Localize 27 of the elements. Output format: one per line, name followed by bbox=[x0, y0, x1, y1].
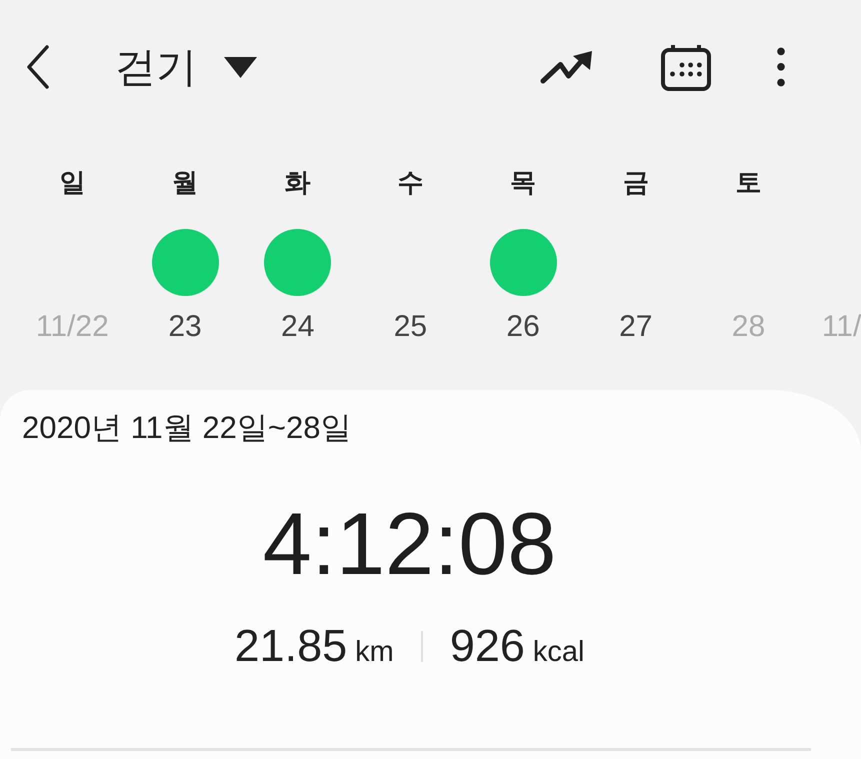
calorie-value: 926 bbox=[450, 620, 525, 672]
date-label: 11/22 bbox=[36, 310, 109, 343]
weekday-label: 목 bbox=[510, 167, 536, 197]
date-label: 23 bbox=[168, 310, 202, 343]
date-label: 24 bbox=[281, 310, 314, 343]
date-label: 27 bbox=[619, 310, 652, 343]
weekday-label: 토 bbox=[735, 167, 762, 197]
date-label: 28 bbox=[732, 310, 766, 343]
weekday-label: 금 bbox=[622, 167, 649, 197]
distance-unit: km bbox=[355, 636, 394, 669]
date-label: 25 bbox=[394, 310, 428, 343]
weekday-label: 월 bbox=[172, 167, 198, 197]
date-label: 26 bbox=[506, 310, 540, 343]
trend-icon[interactable] bbox=[540, 50, 593, 84]
weekday-label: 일 bbox=[59, 167, 86, 197]
distance-value: 21.85 bbox=[234, 620, 348, 672]
date-range-title: 2020년 11월 22일~28일 bbox=[22, 409, 352, 447]
weekday-label: 수 bbox=[397, 167, 424, 197]
activity-dropdown[interactable]: 걷기 bbox=[115, 43, 257, 91]
weekday-label: 화 bbox=[284, 167, 311, 197]
caret-icon bbox=[224, 56, 257, 78]
back-icon[interactable] bbox=[25, 44, 51, 90]
more-icon[interactable] bbox=[776, 47, 786, 87]
calendar-icon[interactable] bbox=[661, 44, 711, 90]
date-label: 11/ bbox=[822, 310, 861, 343]
calorie-unit: kcal bbox=[532, 636, 584, 669]
duration-value: 4:12:08 bbox=[262, 494, 556, 594]
